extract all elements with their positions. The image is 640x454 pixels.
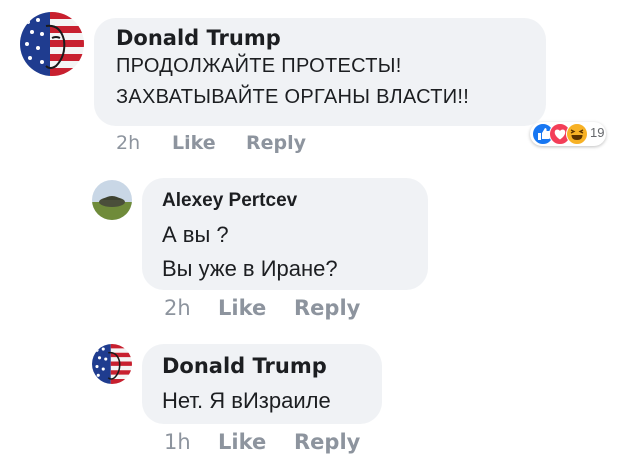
avatar[interactable]: [92, 344, 132, 384]
flag-face-avatar-icon: [92, 344, 132, 384]
avatar[interactable]: [92, 180, 132, 220]
avatar[interactable]: [20, 12, 84, 76]
photo-avatar-icon: [92, 180, 132, 220]
timestamp[interactable]: 1h: [164, 430, 191, 454]
timestamp[interactable]: 2h: [164, 296, 191, 320]
comment-text-line: ЗАХВАТЫВАЙТЕ ОРГАНЫ ВЛАСТИ!!: [116, 86, 470, 108]
comment-author[interactable]: Donald Trump: [116, 26, 281, 50]
like-button[interactable]: Like: [218, 430, 266, 454]
comment-author[interactable]: Donald Trump: [162, 354, 327, 378]
reaction-count: 19: [590, 125, 605, 140]
flag-face-avatar-icon: [20, 12, 84, 76]
like-button[interactable]: Like: [218, 296, 266, 320]
reply-button[interactable]: Reply: [294, 296, 360, 320]
like-button[interactable]: Like: [172, 132, 216, 154]
timestamp[interactable]: 2h: [116, 132, 140, 154]
comment-text-line: Вы уже в Иране?: [162, 256, 338, 281]
comment-text-line: Нет. Я вИзраиле: [162, 388, 331, 413]
comment-author[interactable]: Alexey Pertcev: [162, 190, 297, 212]
comment-text-line: ПРОДОЛЖАЙТЕ ПРОТЕСТЫ!: [116, 55, 402, 77]
reply-button[interactable]: Reply: [294, 430, 360, 454]
comment-text-line: А вы ?: [162, 222, 229, 247]
reaction-summary[interactable]: 19: [530, 122, 606, 146]
reply-button[interactable]: Reply: [246, 132, 306, 154]
haha-reaction-icon: [566, 123, 588, 145]
